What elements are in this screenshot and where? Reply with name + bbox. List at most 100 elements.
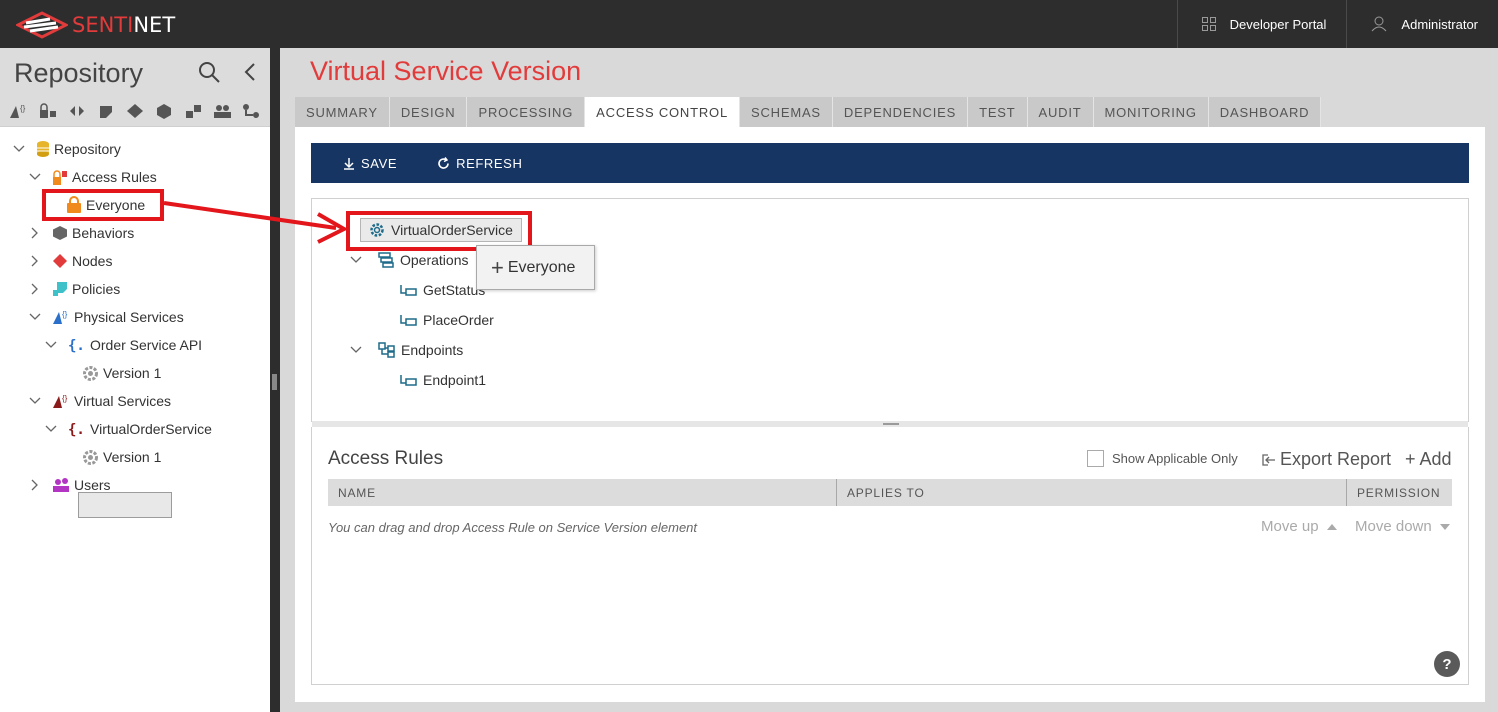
endpoints-label: Endpoints <box>401 342 464 358</box>
user-icon <box>1371 16 1387 32</box>
chevron-right-icon[interactable] <box>28 479 42 491</box>
place-order-label: PlaceOrder <box>423 312 494 328</box>
tree-label-policies: Policies <box>72 281 121 297</box>
endpoint-icon <box>400 374 417 386</box>
column-name[interactable]: NAME <box>328 479 836 506</box>
chevron-down-icon[interactable] <box>350 256 362 264</box>
tab-design[interactable]: DESIGN <box>389 97 468 127</box>
tab-audit[interactable]: AUDIT <box>1027 97 1094 127</box>
user-name: Administrator <box>1401 16 1478 32</box>
show-applicable-label: Show Applicable Only <box>1112 451 1238 466</box>
access-rules-title: Access Rules <box>328 448 444 469</box>
filter-behaviors-icon[interactable] <box>149 100 178 122</box>
svg-text:{.}: {.} <box>68 422 86 437</box>
page-title: Virtual Service Version <box>310 56 582 86</box>
tree-item-nodes[interactable]: Nodes <box>28 250 112 272</box>
filter-policies-icon[interactable] <box>91 100 120 122</box>
tree-item-physical-services[interactable]: {} Physical Services <box>28 306 184 328</box>
database-icon <box>36 140 50 158</box>
move-up-button[interactable]: Move up <box>1261 518 1337 535</box>
behaviors-icon <box>52 225 68 241</box>
nodes-icon <box>52 253 68 269</box>
filter-flows-icon[interactable] <box>236 100 265 122</box>
divider-grip[interactable] <box>883 423 899 425</box>
refresh-icon <box>437 156 450 170</box>
svg-text:{}: {} <box>20 104 26 113</box>
filter-access-rules-icon[interactable] <box>33 100 62 122</box>
service-node-get-status[interactable]: GetStatus <box>400 279 485 301</box>
search-icon[interactable] <box>198 61 220 88</box>
chevron-down-icon[interactable] <box>44 425 58 433</box>
show-applicable-only-toggle[interactable]: Show Applicable Only <box>1087 450 1238 467</box>
physical-services-icon: {} <box>52 309 70 325</box>
column-permission[interactable]: PERMISSION <box>1347 479 1452 506</box>
logo-text-white: NET <box>133 13 176 37</box>
filter-versions-icon[interactable] <box>178 100 207 122</box>
drag-drop-tooltip: + Everyone <box>476 245 595 290</box>
tab-bar: SUMMARY DESIGN PROCESSING ACCESS CONTROL… <box>295 97 1322 128</box>
column-applies-to[interactable]: APPLIES TO <box>837 479 1346 506</box>
tree-label-virtual-version: Version 1 <box>103 449 162 465</box>
tree-item-repository[interactable]: Repository <box>12 138 121 160</box>
tree-item-behaviors[interactable]: Behaviors <box>28 222 134 244</box>
chevron-down-icon[interactable] <box>28 313 42 321</box>
tab-access-control[interactable]: ACCESS CONTROL <box>585 97 740 128</box>
help-button[interactable]: ? <box>1434 651 1460 677</box>
filter-endpoints-icon[interactable] <box>62 100 91 122</box>
service-node-endpoints[interactable]: Endpoints <box>350 339 463 361</box>
operation-icon <box>400 314 417 326</box>
filter-services-icon[interactable]: {} <box>4 100 33 122</box>
service-node-operations[interactable]: Operations <box>350 249 468 271</box>
save-button[interactable]: SAVE <box>343 156 397 171</box>
filter-users-icon[interactable] <box>207 100 236 122</box>
collapse-chevron-icon[interactable] <box>243 62 257 87</box>
refresh-button[interactable]: REFRESH <box>437 156 522 171</box>
api-braces-icon: {.} <box>68 337 86 353</box>
chevron-down-icon[interactable] <box>350 346 362 354</box>
tree-item-order-service-api[interactable]: {.} Order Service API <box>44 334 202 356</box>
chevron-right-icon[interactable] <box>28 283 42 295</box>
sidebar-toolbar: {} <box>0 96 270 127</box>
tree-item-policies[interactable]: Policies <box>28 278 120 300</box>
logo-icon <box>16 11 68 39</box>
tree-item-access-rules[interactable]: Access Rules <box>28 166 157 188</box>
virtual-api-braces-icon: {.} <box>68 421 86 437</box>
tab-test[interactable]: TEST <box>968 97 1028 127</box>
export-report-label: Export Report <box>1280 449 1392 469</box>
chevron-down-icon[interactable] <box>12 145 26 153</box>
tree-item-virtual-order-service[interactable]: {.} VirtualOrderService <box>44 418 212 440</box>
tab-schemas[interactable]: SCHEMAS <box>740 97 833 127</box>
filter-nodes-icon[interactable] <box>120 100 149 122</box>
user-menu[interactable]: Administrator <box>1346 0 1498 48</box>
chevron-right-icon[interactable] <box>28 227 42 239</box>
download-icon <box>343 157 355 170</box>
chevron-down-icon[interactable] <box>28 173 42 181</box>
tree-label-virtual-services: Virtual Services <box>74 393 172 409</box>
tree-item-physical-version-1[interactable]: Version 1 <box>82 362 161 384</box>
tab-summary[interactable]: SUMMARY <box>295 97 390 127</box>
chevron-down-icon[interactable] <box>28 397 42 405</box>
tab-processing[interactable]: PROCESSING <box>467 97 586 127</box>
service-node-endpoint1[interactable]: Endpoint1 <box>400 369 486 391</box>
splitter-grip[interactable] <box>272 374 277 390</box>
export-report-button[interactable]: Export Report <box>1262 449 1391 470</box>
developer-portal-link[interactable]: Developer Portal <box>1176 0 1347 48</box>
tree-item-users[interactable]: Users <box>28 474 111 496</box>
show-applicable-checkbox[interactable] <box>1087 450 1104 467</box>
tree-item-virtual-services[interactable]: {} Virtual Services <box>28 390 171 412</box>
operation-icon <box>400 284 417 296</box>
move-down-button[interactable]: Move down <box>1355 518 1450 535</box>
svg-text:{.}: {.} <box>68 338 86 353</box>
drag-drop-hint: You can drag and drop Access Rule on Ser… <box>328 520 698 535</box>
sentinet-logo[interactable]: SENTINET <box>16 10 175 40</box>
chevron-right-icon[interactable] <box>28 255 42 267</box>
tab-dashboard[interactable]: DASHBOARD <box>1208 97 1322 127</box>
tree-item-virtual-version-1[interactable]: Version 1 <box>82 446 161 468</box>
tree-label-order-service-api: Order Service API <box>90 337 203 353</box>
add-rule-button[interactable]: + Add <box>1405 449 1452 470</box>
tab-monitoring[interactable]: MONITORING <box>1093 97 1209 127</box>
tab-dependencies[interactable]: DEPENDENCIES <box>832 97 969 127</box>
save-label: SAVE <box>361 155 398 171</box>
service-node-place-order[interactable]: PlaceOrder <box>400 309 494 331</box>
chevron-down-icon[interactable] <box>44 341 58 349</box>
